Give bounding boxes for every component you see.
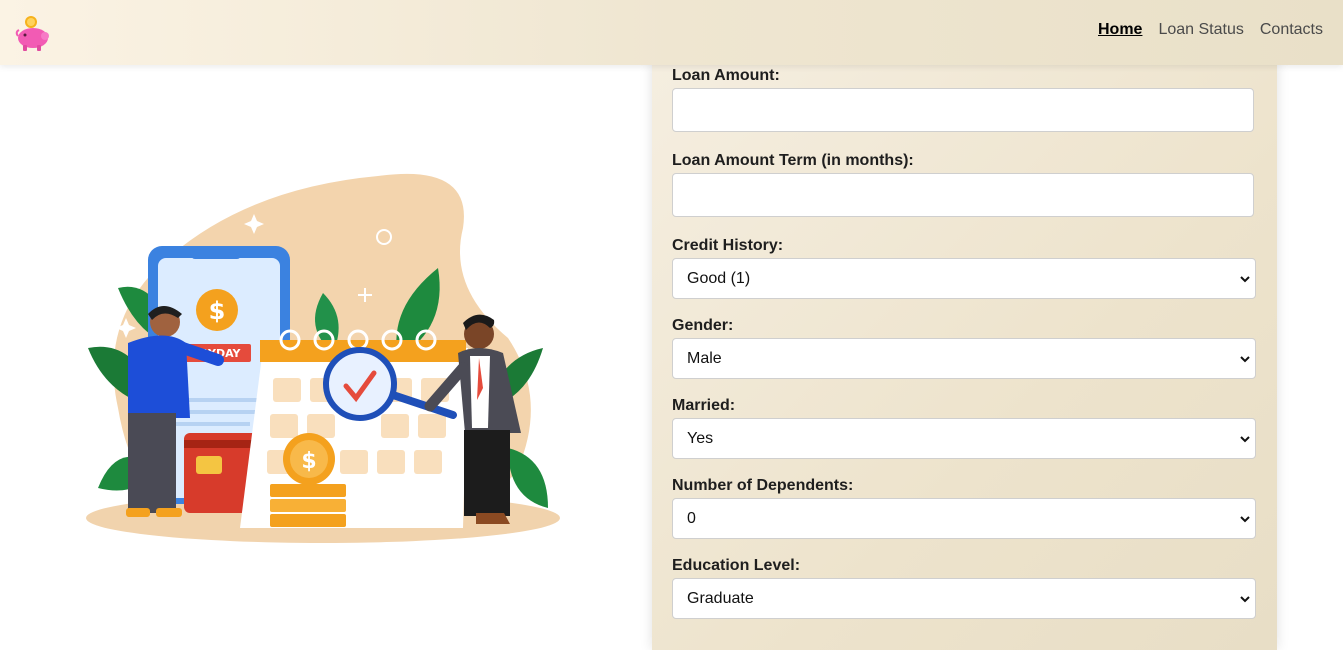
nav-loan-status-link[interactable]: Loan Status [1158,21,1243,39]
gender-select[interactable]: Male [672,338,1256,379]
loan-term-input[interactable] [672,173,1254,217]
credit-history-value: Good (1) [687,270,751,287]
education-select[interactable]: Graduate [672,578,1256,619]
dependents-select[interactable]: 0 [672,498,1256,539]
gender-value: Male [687,350,722,367]
loan-payday-illustration: $ PAYDAY $ [86,173,560,543]
married-select[interactable]: Yes [672,418,1256,459]
education-label: Education Level: [672,557,801,574]
dependents-value: 0 [687,510,696,527]
loan-form-panel: Loan Amount: Loan Amount Term (in months… [652,60,1277,650]
nav-contacts-link[interactable]: Contacts [1260,21,1323,39]
education-value: Graduate [687,590,754,607]
credit-history-select[interactable]: Good (1) [672,258,1256,299]
coin-dollar-text: $ [301,449,316,474]
chevron-down-icon [1240,516,1250,523]
phone-dollar-text: $ [209,297,226,325]
chevron-down-icon [1240,276,1250,283]
loan-term-label: Loan Amount Term (in months): [672,152,914,169]
married-label: Married: [672,397,736,414]
credit-history-label: Credit History: [672,237,784,254]
chevron-down-icon [1240,596,1250,603]
loan-amount-input[interactable] [672,88,1254,132]
chevron-down-icon [1240,436,1250,443]
married-value: Yes [687,430,714,447]
nav-links: Home Loan Status Contacts [1098,21,1323,39]
gender-label: Gender: [672,317,734,334]
top-navbar: Home Loan Status Contacts [0,0,1343,65]
dependents-label: Number of Dependents: [672,477,854,494]
loan-amount-label: Loan Amount: [672,67,780,84]
nav-home-link[interactable]: Home [1098,21,1142,39]
piggy-bank-logo-icon[interactable] [13,14,51,52]
chevron-down-icon [1240,356,1250,363]
